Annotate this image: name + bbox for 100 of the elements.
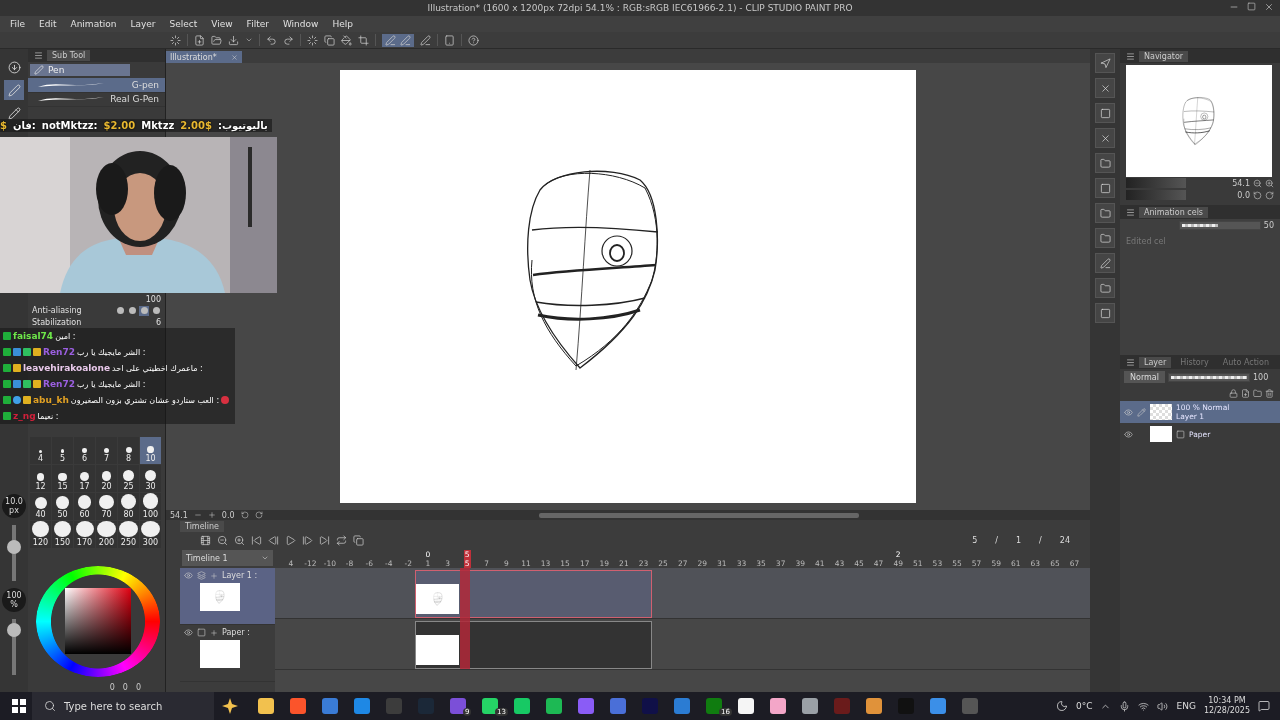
panel-button[interactable] <box>1095 303 1115 323</box>
folder-icon[interactable] <box>1253 388 1262 398</box>
crop-icon[interactable] <box>358 34 369 46</box>
eye-icon[interactable] <box>1124 429 1133 439</box>
tablet-icon[interactable] <box>444 34 455 46</box>
zoom-in-icon[interactable] <box>234 534 245 546</box>
app-tile-icon[interactable] <box>738 698 754 714</box>
close-icon[interactable] <box>1264 2 1274 12</box>
app-tile-icon[interactable] <box>770 698 786 714</box>
panel-button[interactable] <box>1095 103 1115 123</box>
pen-group-button[interactable]: Pen <box>30 63 130 77</box>
panel-tab[interactable]: Layer <box>1139 356 1172 368</box>
help-icon[interactable] <box>468 34 479 46</box>
brush-size-option[interactable]: 170 <box>74 520 95 548</box>
brush-size-option[interactable]: 5 <box>52 436 73 464</box>
animation-cels-tab[interactable]: Animation cels <box>1139 206 1209 218</box>
previous-frame-icon[interactable] <box>268 534 279 546</box>
brush-size-option[interactable]: 70 <box>96 492 117 520</box>
app-tile-icon[interactable] <box>642 698 658 714</box>
rotate-right-icon[interactable] <box>254 511 263 519</box>
eye-icon[interactable] <box>1124 407 1133 417</box>
app-tile-icon[interactable] <box>546 698 562 714</box>
app-tile-icon[interactable] <box>354 698 370 714</box>
language-indicator[interactable]: ENG <box>1176 701 1196 711</box>
navigator-tab[interactable]: Navigator <box>1139 50 1189 62</box>
new-cel-icon[interactable] <box>353 534 364 546</box>
zoom-out-icon[interactable] <box>217 534 228 546</box>
next-frame-icon[interactable] <box>302 534 313 546</box>
menu-item[interactable]: File <box>10 19 26 29</box>
document-tab[interactable]: Illustration* <box>166 51 242 63</box>
slider-thumb[interactable] <box>7 623 21 638</box>
menu-item[interactable]: Help <box>332 19 353 29</box>
brush-size-option[interactable]: 200 <box>96 520 117 548</box>
app-tile-icon[interactable] <box>674 698 690 714</box>
maximize-icon[interactable] <box>1247 2 1256 11</box>
app-tile-icon[interactable] <box>866 698 882 714</box>
layer-icon[interactable] <box>197 571 206 580</box>
color-square[interactable] <box>65 588 131 655</box>
paper-icon[interactable] <box>197 628 206 637</box>
brush-size-option[interactable]: 6 <box>74 436 95 464</box>
down-circle-icon[interactable] <box>7 60 21 74</box>
brush-size-option[interactable]: 40 <box>30 492 51 520</box>
menu-icon[interactable] <box>1126 207 1135 217</box>
menu-item[interactable]: View <box>211 19 233 29</box>
brush-size-option[interactable]: 60 <box>74 492 95 520</box>
redo-icon[interactable] <box>283 34 294 46</box>
brush-size-option[interactable]: 20 <box>96 464 117 492</box>
brush-size-option[interactable]: 30 <box>140 464 161 492</box>
brush-size-option[interactable]: 120 <box>30 520 51 548</box>
volume-icon[interactable] <box>1157 700 1169 712</box>
menu-item[interactable]: Select <box>169 19 198 29</box>
clock[interactable]: 10:34 PM 12/28/2025 <box>1203 696 1250 716</box>
rotate-right-icon[interactable] <box>1265 190 1274 200</box>
pen-curve-icon[interactable] <box>400 34 411 46</box>
play-icon[interactable] <box>285 534 296 546</box>
brush-size-option[interactable]: 17 <box>74 464 95 492</box>
menu-item[interactable]: Layer <box>130 19 156 29</box>
panel-button[interactable] <box>1095 178 1115 198</box>
menu-icon[interactable] <box>1126 51 1135 61</box>
zoom-in-icon[interactable] <box>1265 178 1274 188</box>
loop-icon[interactable] <box>336 534 347 546</box>
pen-icon[interactable] <box>7 83 21 97</box>
plus-icon[interactable] <box>210 628 218 637</box>
app-tile-icon[interactable] <box>290 698 306 714</box>
panel-button[interactable] <box>1095 203 1115 223</box>
menu-item[interactable]: Animation <box>70 19 117 29</box>
close-icon[interactable] <box>230 53 238 61</box>
brush-size-option[interactable]: 80 <box>118 492 139 520</box>
moon-icon[interactable] <box>1055 700 1068 712</box>
wifi-icon[interactable] <box>1138 700 1150 712</box>
rotate-left-icon[interactable] <box>240 511 249 519</box>
brush-size-option[interactable]: 8 <box>118 436 139 464</box>
slider-thumb[interactable] <box>7 539 21 554</box>
pen-icon[interactable] <box>34 64 44 75</box>
brush-size-option[interactable]: 25 <box>118 464 139 492</box>
app-tile-icon[interactable] <box>962 698 978 714</box>
panel-button[interactable] <box>1095 53 1115 73</box>
panel-button[interactable] <box>1095 253 1115 273</box>
brush-size-option[interactable]: 250 <box>118 520 139 548</box>
app-tile-icon[interactable] <box>258 698 274 714</box>
panel-button[interactable] <box>1095 128 1115 148</box>
dotted-circle-icon[interactable] <box>307 34 318 46</box>
app-tile-icon[interactable] <box>450 698 466 714</box>
zoom-out-icon[interactable] <box>193 511 202 519</box>
pen-underline-icon[interactable] <box>420 34 431 46</box>
timeline-tab[interactable]: Timeline <box>180 520 224 532</box>
anti-aliasing-option[interactable] <box>151 305 161 316</box>
anti-aliasing-option[interactable] <box>115 305 125 316</box>
sub-tool-tab[interactable]: Sub Tool <box>47 49 91 61</box>
brush-size-option[interactable]: 300 <box>140 520 161 548</box>
fill-icon[interactable] <box>341 34 352 46</box>
pencil-icon[interactable] <box>7 106 21 120</box>
brush-size-option[interactable]: 50 <box>52 492 73 520</box>
app-tile-icon[interactable] <box>482 698 498 714</box>
lock-icon[interactable] <box>1229 388 1238 398</box>
pen-line-icon[interactable] <box>385 34 396 46</box>
save-icon[interactable] <box>228 34 239 46</box>
app-tile-icon[interactable] <box>802 698 818 714</box>
app-tile-icon[interactable] <box>610 698 626 714</box>
film-icon[interactable] <box>200 534 211 546</box>
